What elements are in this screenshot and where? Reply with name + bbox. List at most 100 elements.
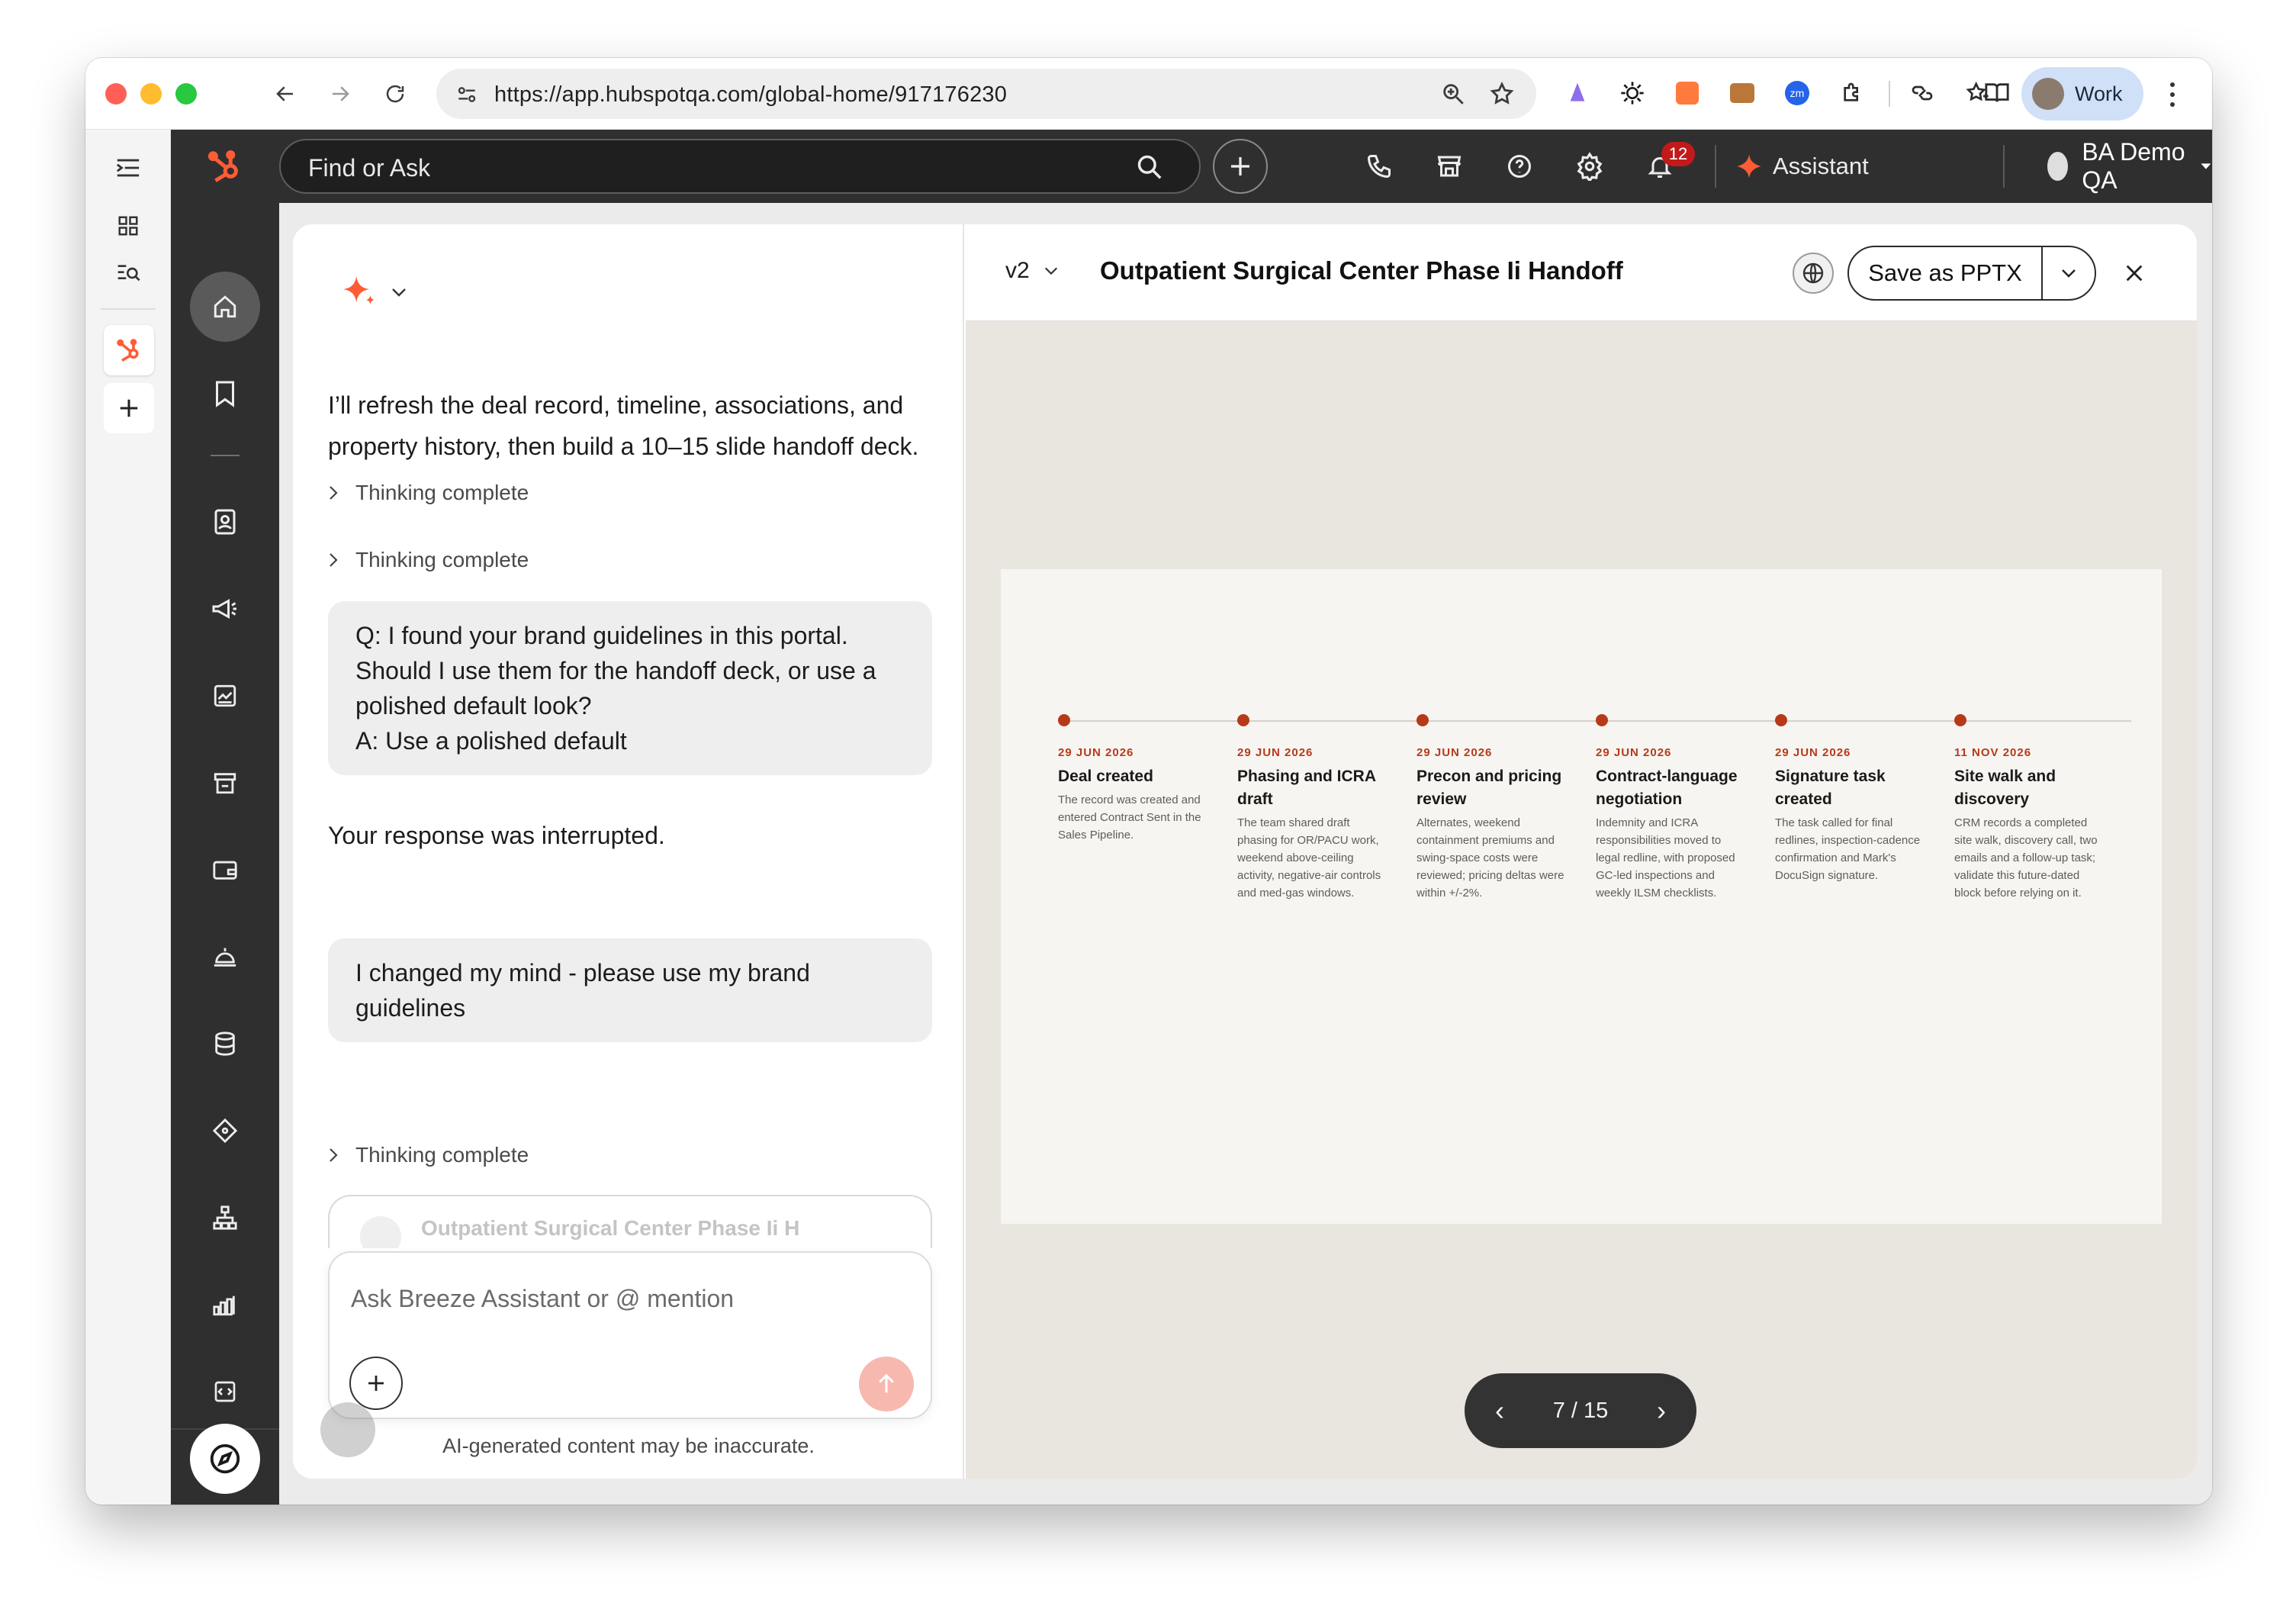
attach-plus-button[interactable] — [349, 1357, 403, 1410]
account-name: BA Demo QA — [2082, 138, 2185, 194]
account-menu[interactable]: BA Demo QA — [2047, 130, 2212, 203]
slide-counter: 7 / 15 — [1552, 1398, 1609, 1423]
zoom-icon[interactable] — [1440, 81, 1466, 111]
search-icon[interactable] — [1135, 153, 1164, 185]
version-selector[interactable]: v2 — [1005, 258, 1059, 284]
save-pptx-group: Save as PPTX — [1847, 246, 2096, 301]
extension-hubspot-icon[interactable] — [1672, 78, 1703, 108]
home-icon[interactable] — [190, 272, 260, 342]
reading-mode-icon[interactable] — [1982, 78, 2012, 108]
profile-button[interactable]: Work — [2021, 67, 2143, 121]
timeline-body: The team shared draft phasing for OR/PAC… — [1237, 816, 1381, 900]
developer-code-icon[interactable] — [190, 1357, 260, 1427]
link-icon[interactable] — [1907, 78, 1937, 108]
data-database-icon[interactable] — [190, 1009, 260, 1079]
create-plus-button[interactable] — [1213, 139, 1268, 194]
prev-slide-button[interactable]: ‹ — [1495, 1395, 1504, 1427]
hubspot-app-icon[interactable] — [104, 325, 154, 375]
compass-icon[interactable] — [190, 1424, 260, 1494]
artifact-card-title: Outpatient Surgical Center Phase Ii H — [421, 1216, 800, 1240]
chat-column: I’ll refresh the deal record, timeline, … — [293, 224, 964, 1479]
marketing-megaphone-icon[interactable] — [190, 574, 260, 644]
apps-grid-icon[interactable] — [104, 203, 153, 249]
commerce-store-icon[interactable] — [190, 748, 260, 818]
bookmark-star-icon[interactable] — [1489, 81, 1515, 111]
timeline-title: Precon and pricing review — [1417, 768, 1562, 808]
reports-chart-icon[interactable] — [190, 1270, 260, 1340]
assistant-model-menu[interactable] — [342, 275, 407, 310]
timeline-date: 29 JUN 2026 — [1775, 746, 1851, 759]
timeline-date: 29 JUN 2026 — [1237, 746, 1314, 759]
org-structure-icon[interactable] — [190, 1183, 260, 1253]
collapse-menu-icon[interactable] — [104, 145, 153, 191]
globe-icon[interactable] — [1793, 253, 1834, 294]
interrupted-notice: Your response was interrupted. — [328, 822, 665, 849]
back-icon[interactable] — [269, 77, 302, 111]
settings-gear-icon[interactable] — [1571, 148, 1608, 185]
thinking-label: Thinking complete — [355, 548, 529, 571]
thinking-toggle-3[interactable]: Thinking complete — [328, 1143, 529, 1167]
deck-artifact-card[interactable]: Outpatient Surgical Center Phase Ii H — [328, 1195, 932, 1248]
reload-icon[interactable] — [378, 77, 412, 111]
calling-phone-icon[interactable] — [1361, 148, 1397, 185]
arrow-up-icon — [879, 1373, 894, 1393]
automation-diamond-icon[interactable] — [190, 1096, 260, 1166]
content-icon[interactable] — [190, 661, 260, 731]
thinking-toggle-1[interactable]: Thinking complete — [328, 481, 529, 505]
extension-feather-icon[interactable] — [1562, 78, 1593, 108]
forward-icon[interactable] — [323, 77, 357, 111]
contacts-icon[interactable] — [190, 487, 260, 557]
add-app-icon[interactable] — [104, 383, 154, 433]
timeline-item: 29 JUN 2026 Contract-language negotiation… — [1596, 714, 1748, 902]
user-message-text: I changed my mind - please use my brand … — [355, 959, 810, 1022]
address-bar[interactable]: https://app.hubspotqa.com/global-home/91… — [436, 69, 1536, 119]
help-icon[interactable] — [1501, 148, 1538, 185]
notification-count-badge: 12 — [1661, 142, 1695, 166]
close-window-button[interactable] — [105, 83, 127, 105]
thinking-toggle-2[interactable]: Thinking complete — [328, 548, 529, 572]
assistant-intro-message: I’ll refresh the deal record, timeline, … — [328, 391, 919, 460]
service-bell-icon[interactable] — [190, 922, 260, 992]
hubspot-logo-icon[interactable] — [190, 130, 260, 203]
search-list-icon[interactable] — [104, 250, 153, 296]
timeline-date: 29 JUN 2026 — [1596, 746, 1672, 759]
extension-sun-icon[interactable] — [1617, 78, 1648, 108]
composer-input[interactable]: Ask Breeze Assistant or @ mention — [351, 1285, 734, 1313]
chat-composer[interactable]: Ask Breeze Assistant or @ mention — [328, 1251, 932, 1419]
side-rail — [85, 130, 171, 1505]
profile-name: Work — [2075, 82, 2123, 105]
marketplace-icon[interactable] — [1431, 148, 1468, 185]
chevron-right-icon — [330, 553, 338, 567]
next-slide-button[interactable]: › — [1657, 1395, 1666, 1427]
thinking-label: Thinking complete — [355, 481, 529, 504]
maximize-window-button[interactable] — [175, 83, 197, 105]
bookmarks-icon[interactable] — [190, 359, 260, 429]
payments-wallet-icon[interactable] — [190, 835, 260, 905]
global-search[interactable]: Find or Ask — [279, 139, 1201, 194]
extensions-puzzle-icon[interactable] — [1837, 78, 1867, 108]
timeline-date: 29 JUN 2026 — [1058, 746, 1134, 759]
plus-icon — [368, 1376, 384, 1391]
timeline-item: 29 JUN 2026 Phasing and ICRA draft The tea… — [1237, 714, 1390, 902]
caret-down-icon — [2201, 163, 2211, 169]
browser-toolbar: https://app.hubspotqa.com/global-home/91… — [85, 58, 2212, 130]
close-icon[interactable] — [2116, 255, 2153, 291]
timeline-body: Alternates, weekend containment premiums… — [1417, 816, 1564, 900]
save-options-dropdown[interactable] — [2043, 247, 2095, 299]
extension-briefcase-icon[interactable] — [1727, 78, 1757, 108]
extension-zoom-icon[interactable]: zm — [1782, 78, 1812, 108]
save-as-pptx-button[interactable]: Save as PPTX — [1849, 247, 2043, 299]
account-avatar — [2047, 152, 2069, 181]
minimize-window-button[interactable] — [140, 83, 162, 105]
url-text[interactable]: https://app.hubspotqa.com/global-home/91… — [494, 82, 1007, 108]
timeline-body: The record was created and entered Contr… — [1058, 793, 1201, 842]
search-placeholder: Find or Ask — [308, 154, 431, 182]
assistant-button[interactable]: Assistant — [1736, 130, 1869, 203]
chevron-down-icon — [392, 288, 406, 297]
browser-window: https://app.hubspotqa.com/global-home/91… — [85, 58, 2212, 1505]
site-settings-icon[interactable] — [455, 82, 479, 111]
send-button[interactable] — [859, 1357, 914, 1411]
profile-avatar — [2032, 78, 2064, 110]
main-canvas: I’ll refresh the deal record, timeline, … — [279, 203, 2212, 1505]
browser-menu-icon[interactable] — [2163, 79, 2182, 110]
